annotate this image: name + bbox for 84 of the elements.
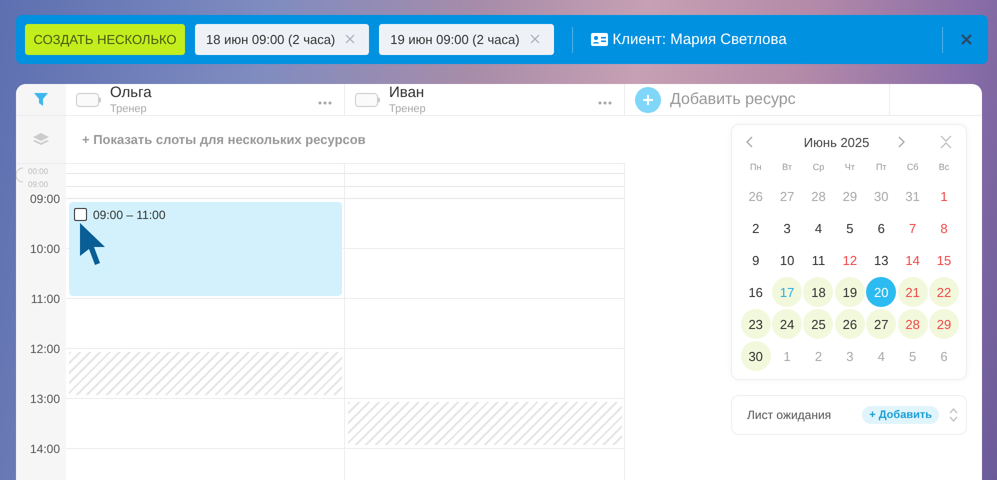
chip-label: 19 июн 09:00 (2 часа) bbox=[390, 32, 520, 47]
weekday-label: Пт bbox=[874, 161, 888, 174]
calendar-day[interactable]: 18 bbox=[803, 277, 834, 307]
calendar-day[interactable]: 19 bbox=[834, 277, 865, 307]
calendar-day[interactable]: 9 bbox=[740, 245, 771, 275]
hour-label: 13:00 bbox=[30, 391, 60, 408]
client-name: Клиент: Мария Светлова bbox=[612, 31, 787, 48]
add-resource-button[interactable]: Добавить ресурс bbox=[625, 84, 890, 115]
battery-icon bbox=[76, 92, 102, 106]
calendar-day[interactable]: 10 bbox=[772, 245, 802, 275]
hour-label: 10:00 bbox=[30, 241, 60, 258]
id-card-icon bbox=[590, 33, 608, 46]
calendar-day[interactable]: 13 bbox=[866, 245, 896, 275]
calendar-day[interactable]: 28 bbox=[898, 309, 928, 339]
calendar-day[interactable]: 24 bbox=[772, 309, 802, 339]
calendar-day[interactable]: 26 bbox=[834, 309, 865, 339]
battery-icon bbox=[355, 92, 381, 106]
expand-bracket-icon[interactable] bbox=[16, 167, 24, 183]
calendar-day[interactable]: 17 bbox=[772, 277, 802, 307]
resource-name: Ольга bbox=[110, 84, 153, 101]
close-icon[interactable] bbox=[961, 34, 972, 45]
filter-icon[interactable] bbox=[34, 93, 48, 106]
calendar-day[interactable]: 16 bbox=[740, 277, 771, 307]
hour-label: 09:00 bbox=[30, 191, 60, 208]
calendar-day[interactable]: 20 bbox=[866, 277, 896, 307]
calendar-day[interactable]: 25 bbox=[803, 309, 834, 339]
calendar-day[interactable]: 3 bbox=[834, 341, 865, 371]
weekday-label: Сб bbox=[906, 161, 920, 174]
calendar-day[interactable]: 12 bbox=[834, 245, 865, 275]
calendar-day[interactable]: 8 bbox=[929, 213, 960, 243]
plus-icon bbox=[635, 86, 661, 112]
calendar-day[interactable]: 4 bbox=[866, 341, 896, 371]
calendar-day[interactable]: 23 bbox=[740, 309, 771, 339]
up-down-chevron-icon[interactable] bbox=[949, 408, 958, 422]
calendar-day[interactable]: 2 bbox=[740, 213, 771, 243]
chip-label: 18 июн 09:00 (2 часа) bbox=[206, 32, 336, 47]
create-multiple-button[interactable]: СОЗДАТЬ НЕСКОЛЬКО bbox=[25, 24, 185, 55]
waitlist-label: Лист ожидания bbox=[747, 408, 832, 422]
calendar-day[interactable]: 4 bbox=[803, 213, 834, 243]
more-icon[interactable] bbox=[598, 100, 612, 104]
weekday-label: Вт bbox=[781, 161, 793, 174]
hour-label: 11:00 bbox=[30, 291, 60, 308]
calendar-day[interactable]: 29 bbox=[929, 309, 960, 339]
waitlist-add-button[interactable]: + Добавить bbox=[862, 406, 939, 424]
calendar-day[interactable]: 1 bbox=[772, 341, 802, 371]
calendar-day[interactable]: 5 bbox=[834, 213, 865, 243]
calendar-day[interactable]: 27 bbox=[772, 181, 802, 211]
calendar-day[interactable]: 30 bbox=[740, 341, 771, 371]
hour-label: 12:00 bbox=[30, 341, 60, 358]
calendar-day[interactable]: 28 bbox=[803, 181, 834, 211]
resource-role: Тренер bbox=[110, 103, 148, 115]
calendar-day[interactable]: 15 bbox=[929, 245, 960, 275]
calendar-day[interactable]: 6 bbox=[929, 341, 960, 371]
calendar-day[interactable]: 1 bbox=[929, 181, 960, 211]
show-slots-link[interactable]: + Показать слоты для нескольких ресурсов bbox=[66, 116, 382, 163]
weekday-label: Чт bbox=[844, 161, 856, 174]
calendar-day[interactable]: 14 bbox=[898, 245, 928, 275]
weekday-label: Вс bbox=[938, 161, 950, 174]
calendar-day[interactable]: 5 bbox=[898, 341, 928, 371]
resource-role: Тренер bbox=[389, 103, 427, 115]
checkbox[interactable] bbox=[74, 208, 87, 221]
booking-block[interactable]: 09:00 – 11:00 bbox=[69, 202, 342, 296]
weekday-label: Ср bbox=[812, 161, 826, 174]
resource-name: Иван bbox=[389, 84, 426, 101]
calendar-day[interactable]: 31 bbox=[898, 181, 928, 211]
calendar-day[interactable]: 6 bbox=[866, 213, 896, 243]
weekday-label: Пн bbox=[748, 161, 762, 174]
calendar-day[interactable]: 3 bbox=[772, 213, 802, 243]
calendar-day[interactable]: 26 bbox=[740, 181, 771, 211]
calendar-day[interactable]: 22 bbox=[929, 277, 960, 307]
calendar-day[interactable]: 30 bbox=[866, 181, 896, 211]
calendar-day[interactable]: 11 bbox=[803, 245, 834, 275]
hour-label: 14:00 bbox=[30, 441, 60, 458]
layers-icon[interactable] bbox=[33, 133, 49, 146]
calendar-day[interactable]: 21 bbox=[898, 277, 928, 307]
calendar-day[interactable]: 7 bbox=[898, 213, 928, 243]
month-title: Июнь 2025 bbox=[804, 134, 870, 150]
collapsed-time: 09:00 bbox=[28, 180, 48, 189]
calendar-day[interactable]: 27 bbox=[866, 309, 896, 339]
calendar-day[interactable]: 2 bbox=[803, 341, 834, 371]
calendar-day[interactable]: 29 bbox=[834, 181, 865, 211]
collapsed-time: 00:00 bbox=[28, 167, 48, 176]
more-icon[interactable] bbox=[318, 100, 332, 104]
booking-time: 09:00 – 11:00 bbox=[93, 208, 166, 222]
